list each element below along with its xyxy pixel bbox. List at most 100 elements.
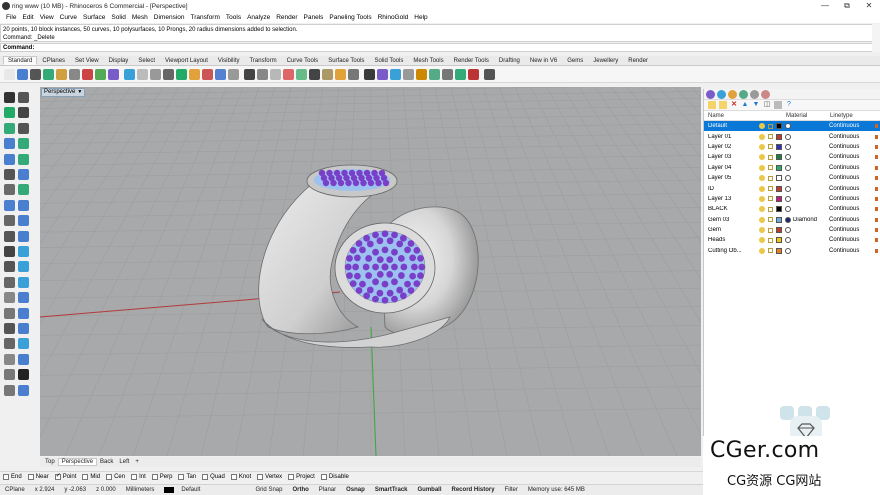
mesh-icon[interactable] xyxy=(4,276,15,288)
sweep-icon[interactable] xyxy=(4,230,15,242)
checkbox[interactable] xyxy=(178,474,185,480)
network-icon[interactable] xyxy=(18,230,29,242)
menu-help[interactable]: Help xyxy=(411,14,430,21)
lock-icon[interactable] xyxy=(768,165,773,171)
menu-tools[interactable]: Tools xyxy=(223,14,244,21)
viewport-icon[interactable] xyxy=(257,68,268,80)
osnap-end[interactable]: End xyxy=(3,474,22,480)
lightbulb-icon[interactable] xyxy=(759,133,765,140)
polygon-icon[interactable] xyxy=(18,153,29,165)
cut-icon[interactable] xyxy=(69,68,80,80)
tab-mesh-tools[interactable]: Mesh Tools xyxy=(408,56,448,65)
pan-icon[interactable] xyxy=(137,68,148,80)
menu-curve[interactable]: Curve xyxy=(57,14,80,21)
layer-color-swatch[interactable] xyxy=(776,247,782,254)
dimension-icon[interactable] xyxy=(4,369,15,381)
osnap-vertex[interactable]: Vertex xyxy=(257,474,282,480)
status-toggle-filter[interactable]: Filter xyxy=(500,487,523,493)
menu-edit[interactable]: Edit xyxy=(19,14,36,21)
help-icon[interactable] xyxy=(468,68,479,80)
print-icon[interactable] xyxy=(43,68,54,80)
tab-curve-tools[interactable]: Curve Tools xyxy=(282,56,324,65)
menu-transform[interactable]: Transform xyxy=(188,14,223,21)
lock-icon[interactable] xyxy=(768,175,773,181)
layer-color-swatch[interactable] xyxy=(776,237,782,244)
tab-new-in-v6[interactable]: New in V6 xyxy=(525,56,562,65)
linetype-column-header[interactable]: Linetype xyxy=(820,113,853,119)
checkbox[interactable] xyxy=(106,474,113,480)
checkbox[interactable] xyxy=(151,474,158,480)
layer-row[interactable]: Layer 05 Continuous xyxy=(704,173,880,183)
sphere-icon[interactable] xyxy=(429,68,440,80)
rectangle-icon[interactable] xyxy=(4,153,15,165)
array-icon[interactable] xyxy=(4,353,15,365)
menu-dimension[interactable]: Dimension xyxy=(151,14,188,21)
lock-icon[interactable] xyxy=(768,237,773,243)
tab-viewport-layout[interactable]: Viewport Layout xyxy=(160,56,213,65)
lock-icon[interactable] xyxy=(768,217,773,223)
zoom-selected-icon[interactable] xyxy=(202,68,213,80)
material-swatch[interactable] xyxy=(785,227,791,234)
units-label[interactable]: Millimeters xyxy=(121,487,160,493)
help-icon[interactable]: ? xyxy=(785,101,793,109)
status-toggle-smarttrack[interactable]: SmartTrack xyxy=(370,487,413,493)
filter-icon[interactable]: ◫ xyxy=(763,101,771,109)
material-swatch[interactable] xyxy=(785,154,791,161)
polyline-icon[interactable] xyxy=(4,107,15,119)
lightbulb-icon[interactable] xyxy=(759,237,765,244)
tab-display[interactable]: Display xyxy=(104,56,134,65)
lock-icon[interactable] xyxy=(768,248,773,254)
box-icon[interactable] xyxy=(4,184,15,196)
checkbox[interactable] xyxy=(82,474,89,480)
trim-icon[interactable] xyxy=(18,276,29,288)
environment-tab-icon[interactable] xyxy=(750,89,759,99)
lightbulb-icon[interactable] xyxy=(759,227,765,234)
tab-select[interactable]: Select xyxy=(133,56,160,65)
layer-row[interactable]: Layer 13 Continuous xyxy=(704,194,880,204)
material-swatch[interactable] xyxy=(785,123,791,130)
cylinder-icon[interactable] xyxy=(4,199,15,211)
menu-paneling-tools[interactable]: Paneling Tools xyxy=(326,14,374,21)
lightbulb-icon[interactable] xyxy=(759,195,765,202)
boolean-union-icon[interactable] xyxy=(4,246,15,257)
lightbulb-icon[interactable] xyxy=(759,175,765,182)
render-tab-icon[interactable] xyxy=(728,89,737,99)
linetype-name[interactable]: Continuous xyxy=(823,237,859,243)
gem-icon[interactable] xyxy=(442,68,453,80)
grid-icon[interactable] xyxy=(228,68,239,80)
tab-surface-tools[interactable]: Surface Tools xyxy=(323,56,369,65)
layer-color-swatch[interactable] xyxy=(776,206,782,213)
layer-row[interactable]: Default Continuous xyxy=(704,121,880,132)
shaded-icon[interactable] xyxy=(309,68,320,80)
select-points-icon[interactable] xyxy=(18,92,29,103)
materials-tab-icon[interactable] xyxy=(739,89,748,99)
lightbulb-icon[interactable] xyxy=(759,143,765,150)
tab-render-tools[interactable]: Render Tools xyxy=(449,56,494,65)
ghosted-icon[interactable] xyxy=(335,68,346,80)
material-swatch[interactable] xyxy=(785,237,791,244)
move-up-icon[interactable]: ▲ xyxy=(741,101,749,109)
curve-icon[interactable] xyxy=(4,122,15,134)
osnap-int[interactable]: Int xyxy=(131,474,146,480)
new-sublayer-icon[interactable] xyxy=(719,101,727,109)
rotate-view-icon[interactable] xyxy=(150,68,161,80)
circle-icon[interactable] xyxy=(18,122,29,134)
cplane-icon[interactable] xyxy=(244,68,255,80)
menu-solid[interactable]: Solid xyxy=(108,14,128,21)
layer-color-swatch[interactable] xyxy=(776,185,782,192)
add-viewport-tab-button[interactable]: + xyxy=(132,459,142,465)
current-layer[interactable]: Default xyxy=(159,486,210,493)
osnap-disable[interactable]: Disable xyxy=(320,474,349,480)
tab-jewellery[interactable]: Jewellery xyxy=(588,56,623,65)
lightbulb-icon[interactable] xyxy=(759,216,765,223)
copy-icon[interactable] xyxy=(4,323,15,334)
viewport-tab-perspective[interactable]: Perspective xyxy=(57,458,98,466)
move-down-icon[interactable]: ▼ xyxy=(752,101,760,109)
material-swatch[interactable] xyxy=(785,185,791,192)
delete-layer-icon[interactable]: ✕ xyxy=(730,101,738,109)
osnap-perp[interactable]: Perp xyxy=(151,474,172,480)
pen-icon[interactable] xyxy=(390,68,401,80)
osnap-knot[interactable]: Knot xyxy=(230,474,251,480)
paste-icon[interactable] xyxy=(95,68,106,80)
analyze-icon[interactable] xyxy=(4,384,15,396)
